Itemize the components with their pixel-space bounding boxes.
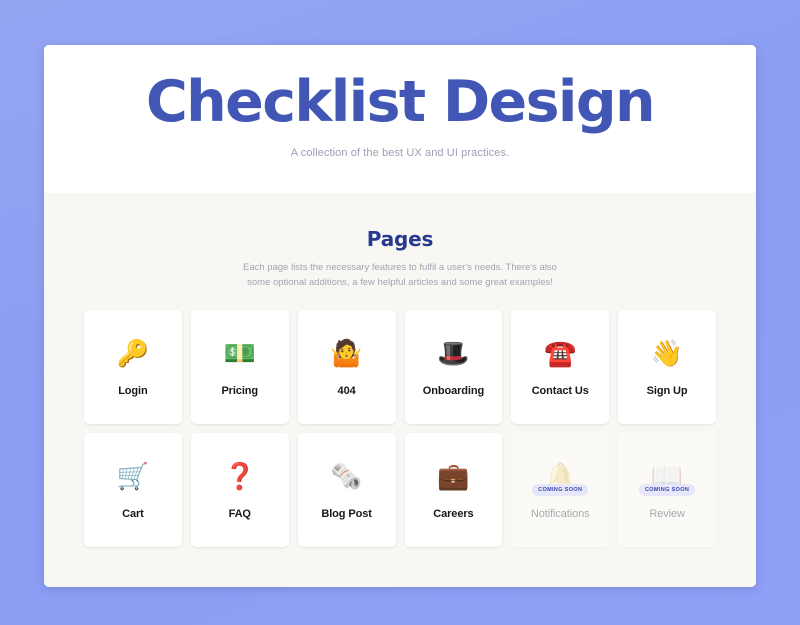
page-card-label: Pricing <box>221 385 259 398</box>
page-card-label: Review <box>649 508 685 521</box>
shopping-cart-icon: 🛒 <box>116 462 150 493</box>
page-card-faq[interactable]: ❓ FAQ <box>190 433 289 548</box>
rolled-newspaper-icon: 🗞️ <box>330 462 363 493</box>
main-panel: Checklist Design A collection of the bes… <box>44 45 756 588</box>
page-card-label: Contact Us <box>531 385 589 398</box>
key-icon: 🔑 <box>116 339 150 370</box>
page-card-label: Login <box>118 385 148 398</box>
pages-section-description: Each page lists the necessary features t… <box>243 261 557 288</box>
waving-hand-icon: 👋 <box>650 339 684 370</box>
shrug-icon: 🤷 <box>330 339 363 370</box>
page-card-blog-post[interactable]: 🗞️ Blog Post <box>297 433 396 548</box>
telephone-icon: ☎️ <box>544 339 577 370</box>
page-card-label: Onboarding <box>422 385 485 398</box>
page-card-contact-us[interactable]: ☎️ Contact Us <box>511 310 610 425</box>
page-card-label: Sign Up <box>646 385 688 398</box>
page-card-404[interactable]: 🤷 404 <box>297 310 396 425</box>
page-card-sign-up[interactable]: 👋 Sign Up <box>618 310 716 425</box>
page-card-label: Blog Post <box>321 508 372 521</box>
page-card-careers[interactable]: 💼 Careers <box>404 433 503 548</box>
page-card-notifications: 🔔 COMING SOON Notifications <box>511 433 610 548</box>
coming-soon-badge: COMING SOON <box>638 484 696 497</box>
money-banknote-icon: 💵 <box>223 339 256 370</box>
hero-header: Checklist Design A collection of the bes… <box>44 45 756 193</box>
coming-soon-badge: COMING SOON <box>532 484 589 497</box>
page-card-pricing[interactable]: 💵 Pricing <box>190 310 289 425</box>
page-card-login[interactable]: 🔑 Login <box>84 310 182 425</box>
page-card-label: Careers <box>433 508 474 521</box>
page-title: Checklist Design <box>145 69 656 135</box>
page-card-cart[interactable]: 🛒 Cart <box>84 433 182 548</box>
page-card-label: Cart <box>122 508 144 521</box>
question-mark-icon: ❓ <box>223 462 256 493</box>
page-background: Checklist Design A collection of the bes… <box>0 0 800 625</box>
page-card-review: 📖 COMING SOON Review <box>618 433 716 548</box>
page-card-label: FAQ <box>228 508 251 521</box>
pages-section: Pages Each page lists the necessary feat… <box>44 192 756 588</box>
top-hat-icon: 🎩 <box>437 339 470 370</box>
page-card-label: Notifications <box>530 508 590 521</box>
page-card-label: 404 <box>337 385 356 398</box>
pages-card-grid: 🔑 Login 💵 Pricing 🤷 404 🎩 Onboarding ☎️ Contact U… <box>84 310 716 548</box>
page-card-onboarding[interactable]: 🎩 Onboarding <box>404 310 503 425</box>
page-subtitle: A collection of the best UX and UI pract… <box>290 146 510 159</box>
briefcase-icon: 💼 <box>437 462 470 493</box>
pages-section-header: Pages Each page lists the necessary feat… <box>84 227 716 290</box>
pages-section-title: Pages <box>366 226 434 251</box>
